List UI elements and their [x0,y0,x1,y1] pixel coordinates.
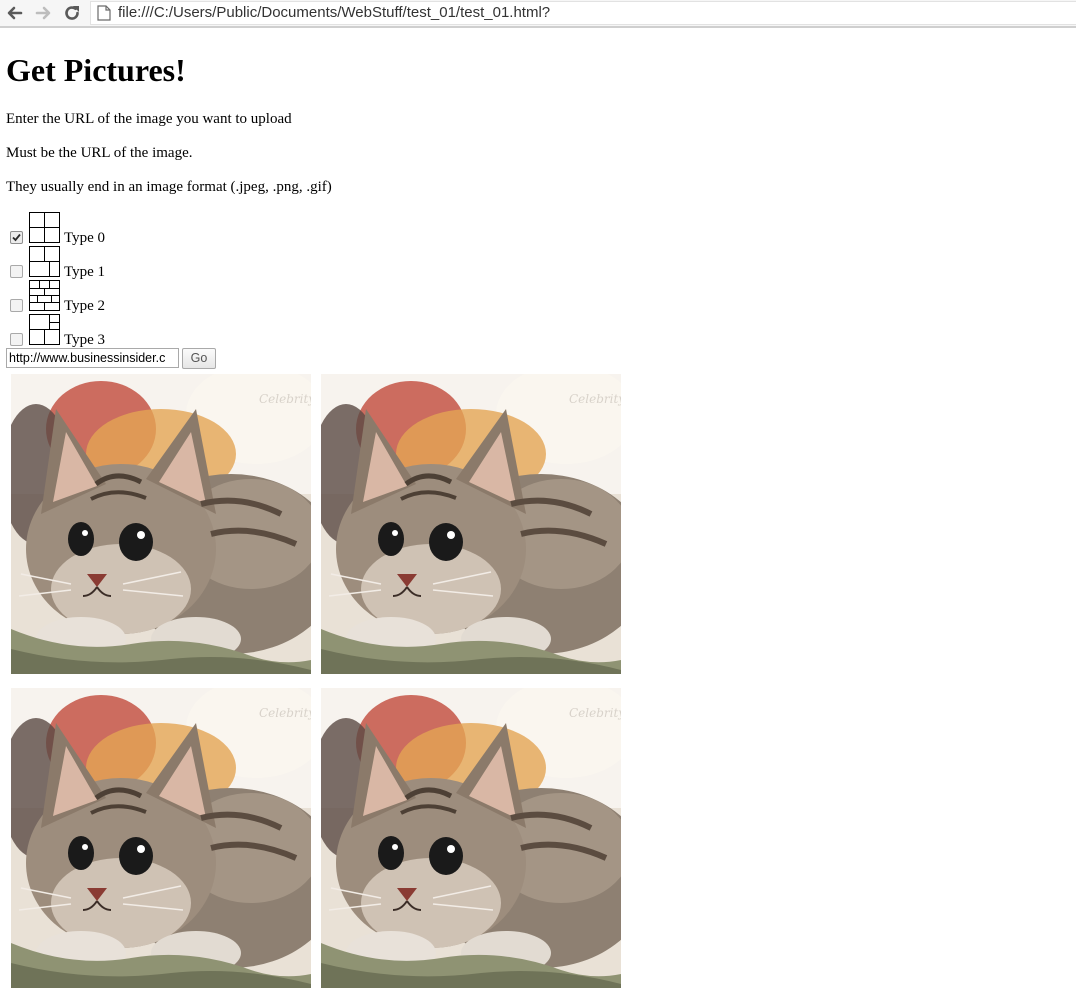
kitten-image: Celebrity [11,374,311,674]
layout-option-label: Type 3 [64,332,106,348]
address-bar[interactable]: file:///C:/Users/Public/Documents/WebStu… [90,1,1076,25]
image-url-input[interactable]: http://www.businessinsider.c [6,348,179,368]
browser-toolbar: file:///C:/Users/Public/Documents/WebStu… [0,0,1076,28]
layout-option-type-3: Type 3 [6,314,206,348]
page-title: Get Pictures! [6,52,186,88]
checkmark-icon [12,233,21,242]
instruction-text: Enter the URL of the image you want to u… [6,111,292,127]
go-button[interactable]: Go [182,348,216,369]
image-watermark: Celebrity [569,392,621,406]
layout-option-label: Type 2 [64,298,106,314]
arrow-left-icon [7,6,23,20]
page-icon [97,5,111,21]
reload-icon [65,6,79,20]
layout-grid-icon [29,314,60,345]
layout-checkbox[interactable] [10,333,23,346]
arrow-right-icon [35,6,51,20]
layout-grid-icon [29,212,60,243]
image-watermark: Celebrity [259,392,311,406]
address-url: file:///C:/Users/Public/Documents/WebStu… [118,4,551,21]
instruction-text: Must be the URL of the image. [6,145,193,161]
kitten-image: Celebrity [321,374,621,674]
instruction-text: They usually end in an image format (.jp… [6,179,332,195]
layout-checkbox[interactable] [10,299,23,312]
layout-option-type-1: Type 1 [6,246,206,280]
kitten-image: Celebrity [11,688,311,988]
layout-option-label: Type 0 [64,230,106,246]
image-watermark: Celebrity [259,706,311,720]
layout-grid-icon [29,246,60,277]
back-button[interactable] [5,3,25,23]
layout-grid-icon [29,280,60,311]
reload-button[interactable] [62,3,82,23]
forward-button[interactable] [33,3,53,23]
page-content: Get Pictures! Enter the URL of the image… [6,30,1076,696]
layout-option-label: Type 1 [64,264,106,280]
layout-checkbox[interactable] [10,231,23,244]
image-watermark: Celebrity [569,706,621,720]
layout-option-type-0: Type 0 [6,212,206,246]
kitten-image: Celebrity [321,688,621,988]
layout-option-type-2: Type 2 [6,280,206,314]
layout-checkbox[interactable] [10,265,23,278]
